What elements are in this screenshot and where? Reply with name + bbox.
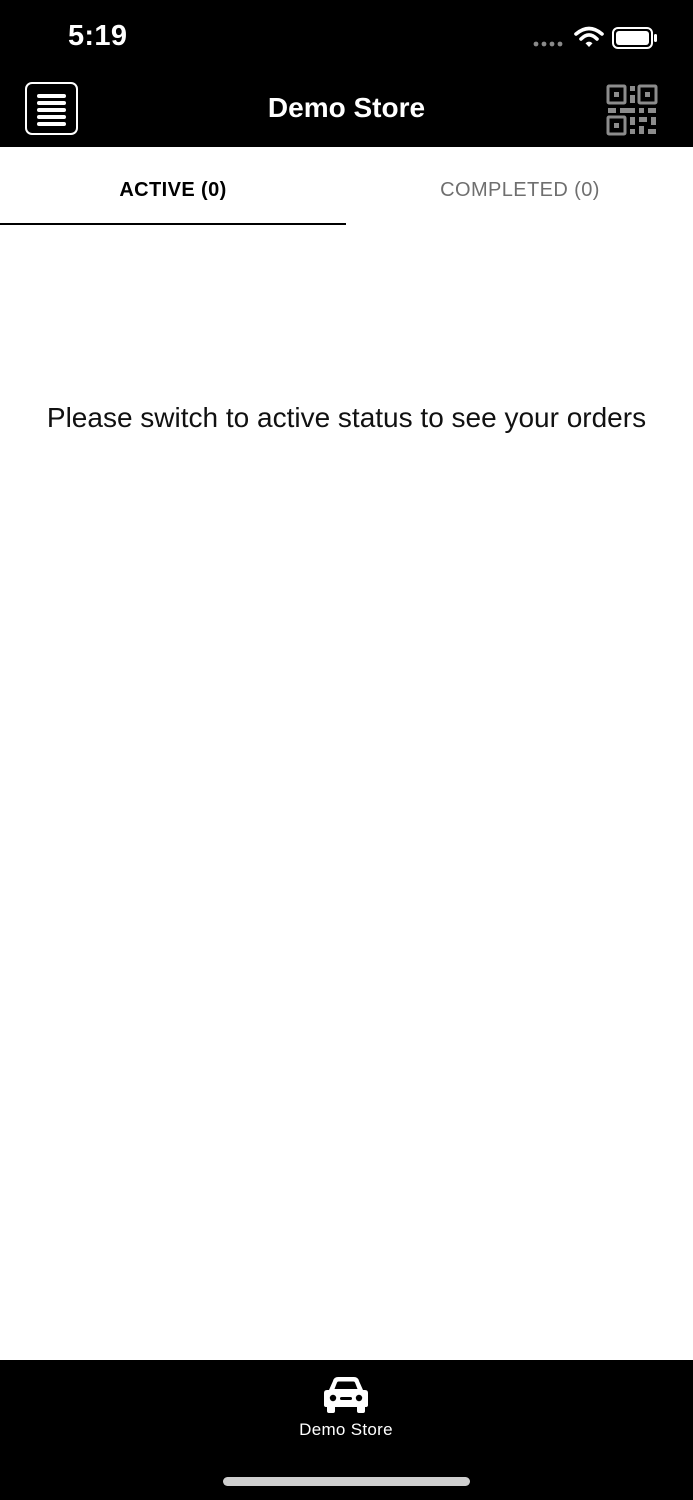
car-icon bbox=[324, 1377, 368, 1413]
tab-active[interactable]: ACTIVE (0) bbox=[0, 147, 346, 225]
status-time: 5:19 bbox=[68, 20, 128, 52]
nav-item-label: Demo Store bbox=[299, 1420, 393, 1439]
nav-item-demo-store[interactable]: Demo Store bbox=[276, 1368, 416, 1448]
qr-code-icon[interactable] bbox=[604, 82, 660, 138]
menu-button[interactable] bbox=[25, 82, 78, 135]
tab-completed[interactable]: COMPLETED (0) bbox=[347, 147, 693, 225]
page-title: Demo Store bbox=[267, 92, 426, 123]
top-bar: 5:19 Demo Store bbox=[0, 0, 693, 147]
order-tabs: ACTIVE (0) COMPLETED (0) bbox=[0, 147, 693, 225]
empty-state-message: Please switch to active status to see yo… bbox=[46, 402, 647, 433]
battery-icon bbox=[612, 27, 657, 49]
menu-icon bbox=[37, 94, 66, 98]
home-indicator[interactable] bbox=[223, 1477, 470, 1486]
signal-icon bbox=[533, 41, 563, 47]
wifi-icon bbox=[574, 26, 604, 47]
